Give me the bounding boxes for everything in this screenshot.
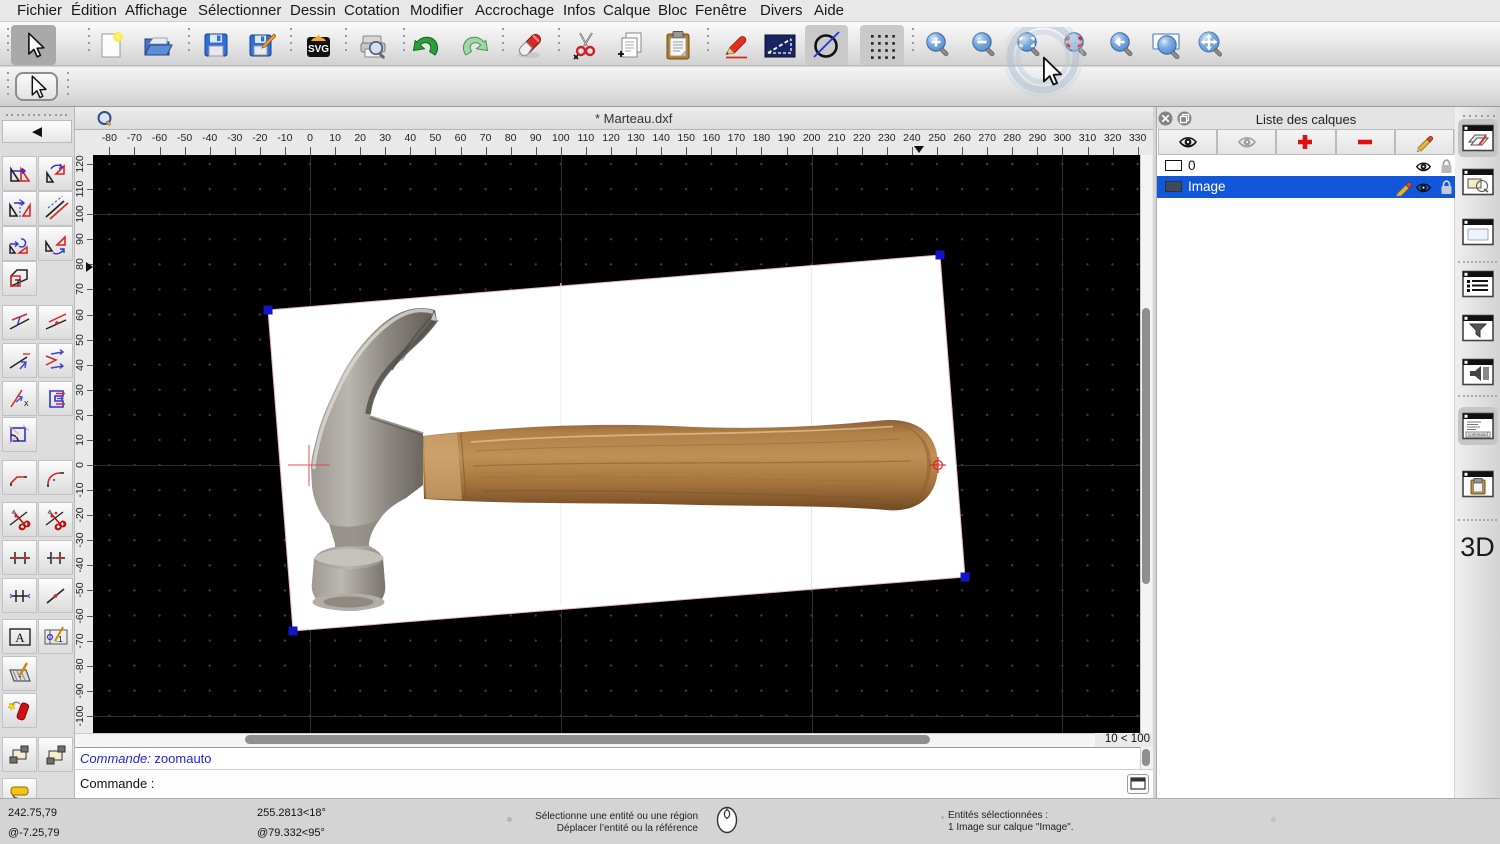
svg-text:x: x bbox=[24, 398, 29, 408]
svg-text:SVG: SVG bbox=[308, 44, 329, 55]
svg-text:.1: .1 bbox=[56, 635, 63, 644]
svg-text:command: command bbox=[1468, 432, 1488, 437]
svg-text:A: A bbox=[15, 630, 25, 645]
